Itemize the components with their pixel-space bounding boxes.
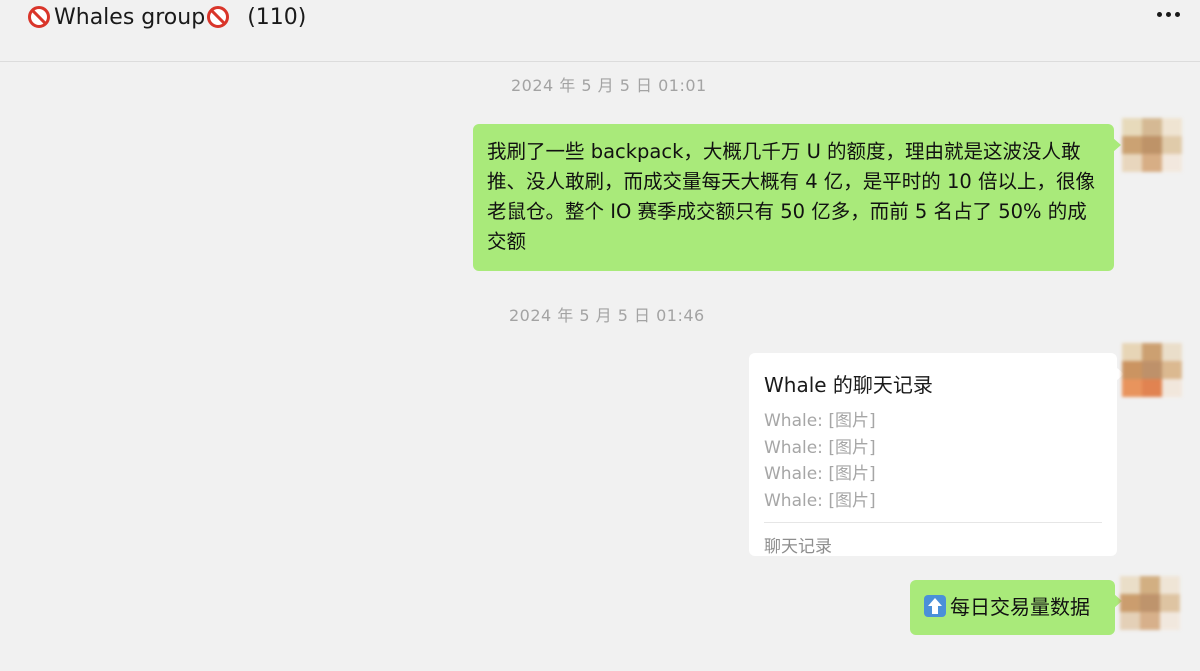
chat-header: Whales group (110) — [0, 0, 1200, 62]
avatar[interactable] — [1120, 576, 1180, 630]
group-name: Whales group — [54, 4, 206, 30]
message-timestamp: 2024 年 5 月 5 日 01:01 — [511, 76, 707, 95]
card-divider — [764, 522, 1102, 523]
card-title: Whale 的聊天记录 — [764, 373, 933, 397]
card-preview-line: Whale: [图片] — [764, 437, 876, 458]
card-preview-line: Whale: [图片] — [764, 411, 876, 431]
member-count: (110) — [247, 4, 307, 30]
up-arrow-icon — [924, 595, 946, 617]
message-timestamp: 2024 年 5 月 5 日 01:46 — [509, 306, 705, 325]
chat-title[interactable]: Whales group (110) — [28, 4, 306, 30]
chat-record-card[interactable]: Whale 的聊天记录 Whale: [图片] Whale: [图片] Whal… — [749, 353, 1124, 557]
message-bubble[interactable]: 每日交易量数据 — [910, 580, 1122, 635]
more-dots-icon[interactable] — [1157, 12, 1180, 17]
no-entry-icon — [207, 6, 230, 28]
message-bubble[interactable]: 我刷了一些 backpack，大概几千万 U 的额度，理由就是这波没人敢推、没人… — [473, 124, 1121, 271]
card-preview-line: Whale: [图片] — [764, 464, 876, 484]
no-entry-icon — [28, 6, 50, 28]
avatar[interactable] — [1122, 118, 1182, 172]
card-preview-line: Whale: [图片] — [764, 490, 876, 511]
message-text: 每日交易量数据 — [950, 595, 1090, 619]
card-footer: 聊天记录 — [764, 537, 832, 557]
avatar[interactable] — [1122, 343, 1182, 397]
